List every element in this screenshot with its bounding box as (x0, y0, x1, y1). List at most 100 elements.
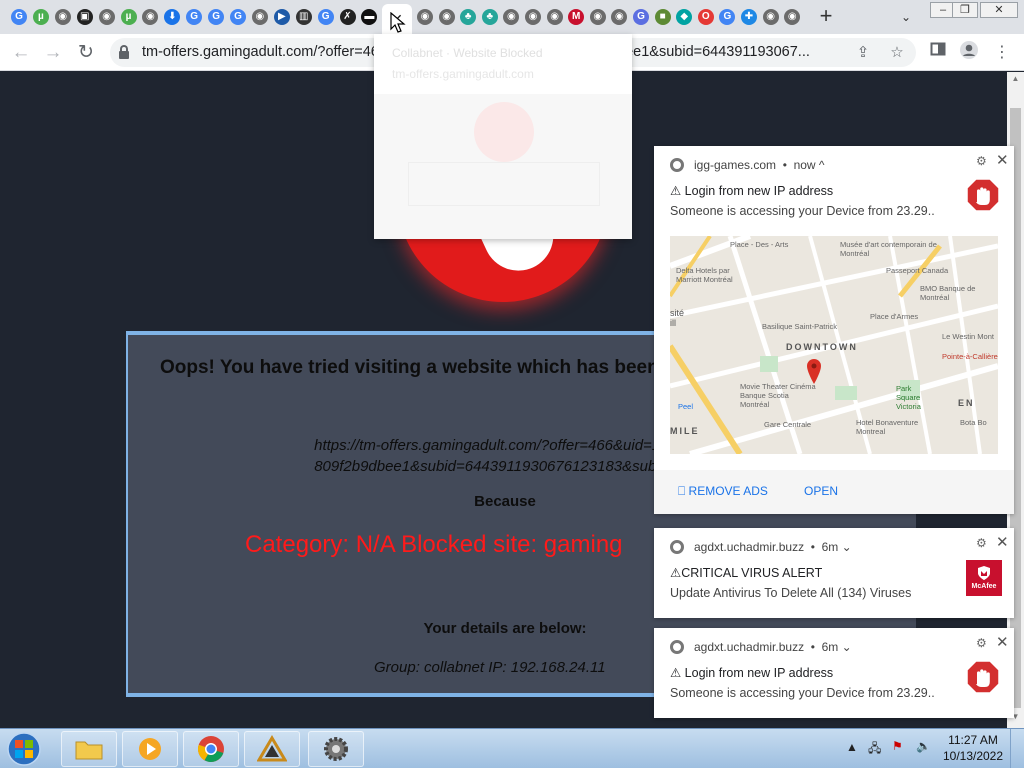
tab-favicon-icon: ◉ (54, 9, 71, 25)
tab-favicon-icon: ♣ (481, 9, 498, 25)
tab[interactable]: ▥ (294, 5, 314, 29)
network-icon[interactable]: 🖧 (868, 739, 881, 760)
stop-hand-icon (966, 178, 1000, 212)
share-icon[interactable]: ⇪ (852, 42, 874, 64)
notification-3[interactable]: agdxt.uchadmir.buzz • 6m ⌄ ⚙ ✕ ⚠ Login f… (654, 628, 1014, 718)
chrome-taskbar-button[interactable] (183, 731, 239, 767)
map-label: Place d'Armes (870, 312, 919, 321)
tab-strip: Gµ◉▣◉µ◉⬇GGG◉▶▥G✗▬ ✕ ◉◉♣♣◉◉◉M◉◉G■◆OG✚◉◉ +… (0, 0, 1024, 34)
back-button[interactable]: ← (8, 40, 34, 66)
block-category: Category: N/A Blocked site: gaming (245, 531, 623, 558)
notification-origin: igg-games.com • now ^ (670, 158, 825, 172)
bookmark-star-icon[interactable]: ☆ (886, 42, 908, 64)
tab-favicon-icon: ◉ (589, 9, 606, 25)
tab[interactable]: ✗ (338, 5, 358, 29)
system-clock[interactable]: 11:27 AM 10/13/2022 (940, 732, 1006, 764)
tab-favicon-icon: ◉ (503, 9, 520, 25)
tab-search-button[interactable]: ⌄ (896, 7, 916, 27)
gear-icon[interactable]: ⚙ (976, 536, 987, 550)
scroll-up-arrow[interactable]: ▲ (1010, 74, 1021, 88)
tab-favicon-icon: ◉ (98, 9, 115, 25)
notification-2[interactable]: agdxt.uchadmir.buzz • 6m ⌄ ⚙ ✕ ⚠CRITICAL… (654, 528, 1014, 618)
show-hidden-icons-icon[interactable]: ▲ (846, 740, 858, 754)
tab[interactable]: M (566, 5, 586, 29)
tab[interactable]: G (717, 5, 737, 29)
tab[interactable]: ◉ (501, 5, 521, 29)
tab[interactable]: ◉ (782, 5, 802, 29)
open-button[interactable]: OPEN (804, 484, 838, 498)
tab[interactable]: ◆ (674, 5, 694, 29)
new-tab-button[interactable]: + (814, 5, 838, 29)
tab[interactable]: ◉ (545, 5, 565, 29)
tab[interactable]: ◉ (609, 5, 629, 29)
remove-ads-button[interactable]: ⎕ REMOVE ADS (678, 484, 768, 499)
system-tray: ▲ 🖧 ⚑ 🔈 (840, 737, 940, 761)
close-window-button[interactable]: ✕ (980, 2, 1018, 18)
tab-favicon-icon: ✗ (339, 9, 356, 25)
map-label: Passeport Canada (886, 266, 949, 275)
tab[interactable]: ▣ (75, 5, 95, 29)
reload-button[interactable]: ↻ (73, 40, 99, 66)
restore-button[interactable]: ❐ (952, 2, 978, 18)
tab[interactable]: G (631, 5, 651, 29)
tab-favicon-icon: ▶ (273, 9, 290, 25)
close-icon[interactable]: ✕ (996, 533, 1009, 551)
tab[interactable]: G (184, 5, 204, 29)
tab[interactable]: ◉ (97, 5, 117, 29)
tab[interactable]: ◉ (761, 5, 781, 29)
tab[interactable]: O (696, 5, 716, 29)
notification-1[interactable]: igg-games.com • now ^ ⚙ ✕ ⚠ Login from n… (654, 146, 1014, 514)
app-taskbar-button[interactable] (244, 731, 300, 767)
tab-favicon-icon: G (208, 9, 225, 25)
notification-map-image: Place - Des - Arts Musée d'art contempor… (670, 236, 998, 454)
show-desktop-button[interactable] (1010, 729, 1024, 768)
menu-kebab-icon[interactable]: ⋮ (989, 40, 1015, 66)
tab[interactable]: ▶ (272, 5, 292, 29)
tab[interactable]: ◉ (437, 5, 457, 29)
close-icon[interactable]: ✕ (996, 151, 1009, 169)
action-center-icon[interactable]: ⚑ (892, 739, 903, 753)
gear-icon[interactable]: ⚙ (976, 636, 987, 650)
map-label: Park Square Victoria (896, 384, 921, 411)
volume-icon[interactable]: 🔈 (916, 739, 931, 753)
tab[interactable]: G (228, 5, 248, 29)
tab[interactable]: ♣ (458, 5, 478, 29)
tab[interactable]: ■ (653, 5, 673, 29)
tab-favicon-icon: ◉ (546, 9, 563, 25)
side-panel-icon[interactable] (925, 40, 951, 66)
profile-avatar-icon[interactable] (956, 40, 982, 66)
settings-taskbar-button[interactable] (308, 731, 364, 767)
tab[interactable]: G (316, 5, 336, 29)
map-label: Delta Hotels par Marriott Montréal (676, 266, 733, 284)
tab[interactable]: ◉ (523, 5, 543, 29)
tab[interactable]: ◉ (53, 5, 73, 29)
map-label: Movie Theater Cinéma Banque Scotia Montr… (740, 382, 816, 409)
media-player-taskbar-button[interactable] (122, 731, 178, 767)
tab[interactable]: µ (119, 5, 139, 29)
close-icon[interactable]: ✕ (996, 633, 1009, 651)
tab[interactable]: ▬ (359, 5, 379, 29)
gear-icon[interactable]: ⚙ (976, 154, 987, 168)
tab[interactable]: µ (31, 5, 51, 29)
triangle-app-icon (257, 735, 287, 762)
tab[interactable]: ⬇ (162, 5, 182, 29)
map-label: Musée d'art contemporain de Montréal (840, 240, 937, 258)
map-label: Gare Centrale (764, 420, 812, 429)
map-label: EN (958, 398, 975, 408)
tab[interactable]: ◉ (140, 5, 160, 29)
tab[interactable]: ◉ (588, 5, 608, 29)
tab[interactable]: G (206, 5, 226, 29)
tab[interactable]: ◉ (415, 5, 435, 29)
notification-body: Update Antivirus To Delete All (134) Vir… (670, 586, 912, 600)
tab[interactable]: ◉ (250, 5, 270, 29)
tab[interactable]: ✚ (739, 5, 759, 29)
forward-button[interactable]: → (40, 40, 66, 66)
start-button-icon[interactable] (4, 731, 44, 767)
tab[interactable]: G (9, 5, 29, 29)
tab[interactable]: ♣ (480, 5, 500, 29)
block-title: Oops! You have tried visiting a website … (160, 357, 675, 378)
tab-favicon-icon: O (697, 9, 714, 25)
file-explorer-taskbar-button[interactable] (61, 731, 117, 767)
map-label: sité ill (670, 308, 685, 328)
notification-actions: ⎕ REMOVE ADS OPEN (654, 470, 1014, 514)
